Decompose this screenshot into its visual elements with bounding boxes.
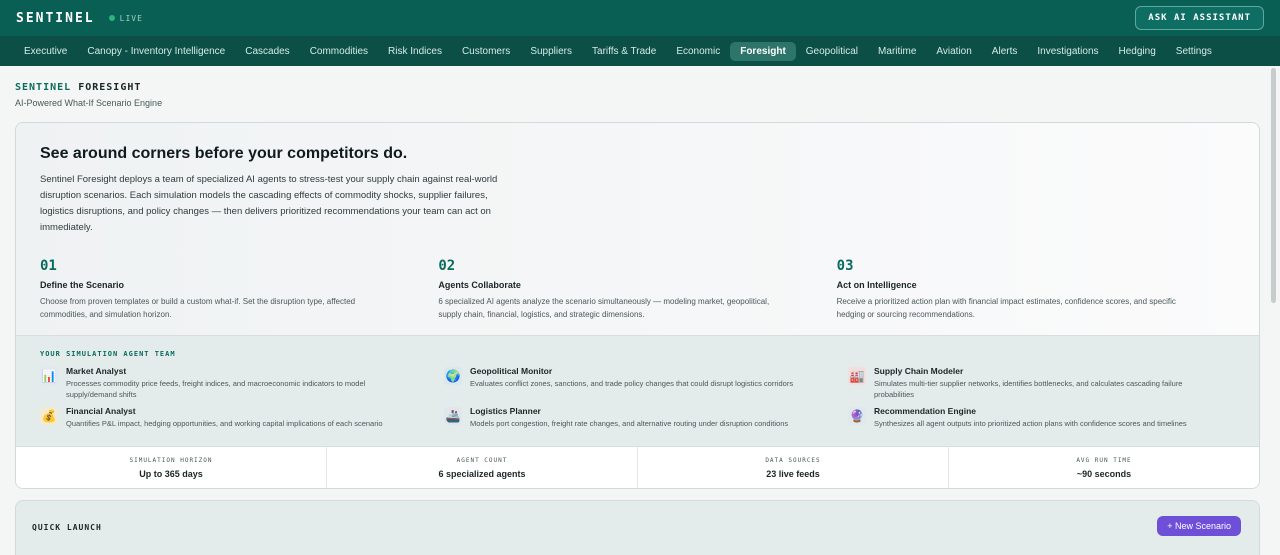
app-logo-text[interactable]: SENTINEL xyxy=(16,11,95,26)
agent-description: Quantifies P&L impact, hedging opportuni… xyxy=(66,419,383,428)
agent-logistics-planner: 🚢 Logistics Planner Models port congesti… xyxy=(444,406,848,429)
page-title: SENTINEL FORESIGHT xyxy=(15,82,1265,93)
quick-launch-label: QUICK LAUNCH xyxy=(32,522,102,532)
step-title: Agents Collaborate xyxy=(438,280,521,290)
nav-item-foresight[interactable]: Foresight xyxy=(730,41,796,61)
agent-description: Models port congestion, freight rate cha… xyxy=(470,419,789,428)
nav-item-customers[interactable]: Customers xyxy=(452,42,520,61)
agent-description: Synthesizes all agent outputs into prior… xyxy=(874,419,1187,428)
stat-label: DATA SOURCES xyxy=(765,457,821,464)
agent-name: Financial Analyst xyxy=(66,406,136,416)
step-number: 01 xyxy=(40,258,57,274)
stat-value: Up to 365 days xyxy=(139,469,203,479)
nav-item-executive[interactable]: Executive xyxy=(14,42,77,61)
main-nav: Executive Canopy - Inventory Intelligenc… xyxy=(0,36,1280,66)
stat-value: 23 live feeds xyxy=(766,469,820,479)
step: 01 Define the Scenario Choose from prove… xyxy=(40,258,438,321)
nav-item-hedging[interactable]: Hedging xyxy=(1109,42,1166,61)
agent-geopolitical-monitor: 🌍 Geopolitical Monitor Evaluates conflic… xyxy=(444,366,848,400)
live-dot-icon xyxy=(108,15,115,21)
nav-item-canopy[interactable]: Canopy - Inventory Intelligence xyxy=(77,42,235,61)
nav-item-geopolitical[interactable]: Geopolitical xyxy=(796,42,868,61)
factory-icon: 🏭 xyxy=(848,367,866,385)
new-scenario-button[interactable]: + New Scenario xyxy=(1157,516,1241,536)
agent-description: Evaluates conflict zones, sanctions, and… xyxy=(470,379,794,388)
agent-name: Logistics Planner xyxy=(470,406,541,416)
hero-headline: See around corners before your competito… xyxy=(40,145,408,162)
stat-value: ~90 seconds xyxy=(1076,469,1132,479)
live-label: LIVE xyxy=(119,13,143,23)
nav-item-economic[interactable]: Economic xyxy=(666,42,730,61)
stat-agent-count: AGENT COUNT 6 specialized agents xyxy=(327,447,638,488)
step-title: Define the Scenario xyxy=(40,280,125,290)
nav-item-alerts[interactable]: Alerts xyxy=(982,42,1028,61)
page-scrollbar[interactable] xyxy=(1271,68,1276,303)
stat-label: AGENT COUNT xyxy=(456,457,508,464)
nav-item-investigations[interactable]: Investigations xyxy=(1027,42,1108,61)
step-description: 6 specialized AI agents analyze the scen… xyxy=(438,297,770,319)
hero-card: See around corners before your competito… xyxy=(15,122,1260,489)
nav-item-tariffs-trade[interactable]: Tariffs & Trade xyxy=(582,42,666,61)
money-bag-icon: 💰 xyxy=(40,407,58,425)
live-indicator: LIVE xyxy=(108,13,143,23)
agent-description: Simulates multi-tier supplier networks, … xyxy=(874,379,1183,399)
page-title-product: FORESIGHT xyxy=(78,82,142,93)
agent-supply-chain-modeler: 🏭 Supply Chain Modeler Simulates multi-t… xyxy=(848,366,1228,400)
step: 02 Agents Collaborate 6 specialized AI a… xyxy=(438,258,836,321)
nav-item-aviation[interactable]: Aviation xyxy=(926,42,981,61)
page-title-brand: SENTINEL xyxy=(15,82,72,93)
stat-data-sources: DATA SOURCES 23 live feeds xyxy=(638,447,949,488)
steps: 01 Define the Scenario Choose from prove… xyxy=(40,258,1235,321)
bar-chart-icon: 📊 xyxy=(40,367,58,385)
top-bar: SENTINEL LIVE ASK AI ASSISTANT xyxy=(0,0,1280,36)
page-subtitle: AI-Powered What-If Scenario Engine xyxy=(15,98,163,108)
agent-grid: 📊 Market Analyst Processes commodity pri… xyxy=(40,366,1235,429)
step-number: 02 xyxy=(438,258,456,274)
stats-bar: SIMULATION HORIZON Up to 365 days AGENT … xyxy=(16,446,1259,488)
hero-description: Sentinel Foresight deploys a team of spe… xyxy=(40,174,498,233)
agent-description: Processes commodity price feeds, freight… xyxy=(66,379,366,399)
nav-item-suppliers[interactable]: Suppliers xyxy=(520,42,582,61)
hero-intro: See around corners before your competito… xyxy=(16,123,1259,335)
ship-icon: 🚢 xyxy=(444,407,462,425)
brand: SENTINEL LIVE xyxy=(16,11,143,26)
step: 03 Act on Intelligence Receive a priorit… xyxy=(837,258,1235,321)
step-title: Act on Intelligence xyxy=(836,280,917,290)
page-header: SENTINEL FORESIGHT AI-Powered What-If Sc… xyxy=(0,66,1280,108)
agent-team-label: YOUR SIMULATION AGENT TEAM xyxy=(40,350,176,358)
quick-launch-header: QUICK LAUNCH + New Scenario xyxy=(32,516,1243,536)
agent-recommendation-engine: 🔮 Recommendation Engine Synthesizes all … xyxy=(848,406,1228,429)
agent-name: Geopolitical Monitor xyxy=(470,366,553,376)
agent-name: Supply Chain Modeler xyxy=(874,366,964,376)
nav-item-commodities[interactable]: Commodities xyxy=(300,42,378,61)
step-description: Receive a prioritized action plan with f… xyxy=(836,297,1176,319)
step-description: Choose from proven templates or build a … xyxy=(40,297,356,319)
nav-item-risk-indices[interactable]: Risk Indices xyxy=(378,42,452,61)
nav-item-maritime[interactable]: Maritime xyxy=(868,42,926,61)
nav-item-cascades[interactable]: Cascades xyxy=(235,42,299,61)
agent-financial-analyst: 💰 Financial Analyst Quantifies P&L impac… xyxy=(40,406,444,429)
agent-market-analyst: 📊 Market Analyst Processes commodity pri… xyxy=(40,366,444,400)
stat-simulation-horizon: SIMULATION HORIZON Up to 365 days xyxy=(16,447,327,488)
agent-team-section: YOUR SIMULATION AGENT TEAM 📊 Market Anal… xyxy=(16,335,1259,446)
quick-launch-panel: QUICK LAUNCH + New Scenario xyxy=(15,500,1260,555)
agent-name: Market Analyst xyxy=(66,366,127,376)
stat-label: SIMULATION HORIZON xyxy=(129,457,213,464)
step-number: 03 xyxy=(836,258,854,274)
crystal-ball-icon: 🔮 xyxy=(848,407,866,425)
stat-value: 6 specialized agents xyxy=(438,469,526,479)
agent-name: Recommendation Engine xyxy=(874,406,977,416)
stat-label: AVG RUN TIME xyxy=(1076,457,1132,464)
globe-icon: 🌍 xyxy=(444,367,462,385)
nav-item-settings[interactable]: Settings xyxy=(1166,42,1222,61)
stat-avg-run-time: AVG RUN TIME ~90 seconds xyxy=(949,447,1259,488)
ask-ai-assistant-button[interactable]: ASK AI ASSISTANT xyxy=(1135,6,1264,30)
